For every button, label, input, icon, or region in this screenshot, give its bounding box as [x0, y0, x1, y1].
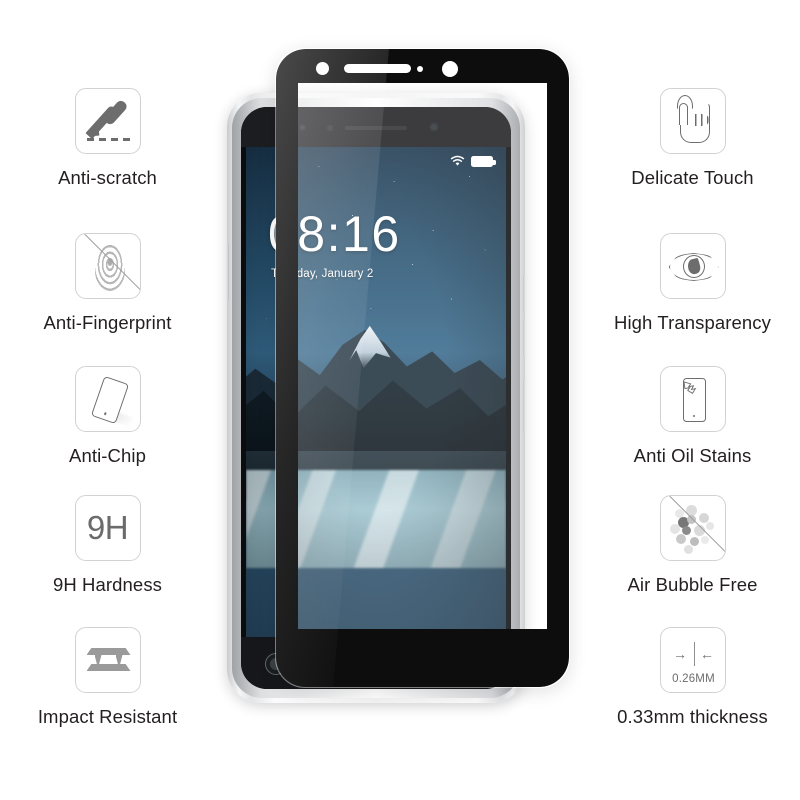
- feature-label: Anti-Fingerprint: [43, 312, 172, 333]
- device-illustration: 08:16 Tuesday, January 2: [215, 0, 585, 800]
- feature-label: Delicate Touch: [631, 167, 754, 188]
- bubbles-crossed-icon: [659, 495, 726, 561]
- bubble: [675, 534, 686, 544]
- bubble: [705, 522, 714, 530]
- feature-high-transparency: High Transparency: [585, 233, 800, 334]
- bubble: [669, 524, 680, 534]
- hand-tap-icon: [659, 88, 726, 154]
- glass-black-border: [276, 49, 569, 687]
- feature-label: Anti Oil Stains: [633, 445, 752, 466]
- fingerprint-crossed-icon: [74, 233, 141, 299]
- feature-label: Anti-scratch: [58, 167, 157, 188]
- thickness-value-text: 0.26MM: [672, 673, 715, 685]
- plate-connector-left: [94, 655, 102, 665]
- upper-plate-shape: [86, 648, 131, 655]
- bubble: [700, 536, 709, 544]
- phone-outline-shape: [682, 378, 706, 422]
- glass-edge-highlight: [546, 83, 547, 629]
- feature-label: High Transparency: [614, 312, 771, 333]
- feature-label: Air Bubble Free: [627, 574, 758, 595]
- arrow-left-icon: ←: [700, 646, 714, 662]
- feature-delicate-touch: Delicate Touch: [585, 88, 800, 189]
- feature-label: Impact Resistant: [37, 706, 178, 727]
- volume-rocker-left: [226, 243, 229, 301]
- bubble: [698, 513, 709, 523]
- tempered-glass-overlay: [275, 48, 570, 688]
- camera-cutout: [316, 62, 329, 75]
- earpiece-cutout: [344, 64, 411, 73]
- feature-column-right: Delicate Touch High Transparency Anti Oi…: [585, 0, 800, 800]
- bubble: [683, 545, 693, 554]
- sensor-cutout: [417, 66, 423, 72]
- feature-impact-resistant: Impact Resistant: [0, 627, 215, 728]
- caliper-arrows: → ←: [661, 646, 725, 662]
- feature-anti-oil-stains: Anti Oil Stains: [585, 366, 800, 467]
- feature-column-left: Anti-scratch Anti-Fingerprint Anti-Chip …: [0, 0, 215, 800]
- phone-stain-icon: [659, 366, 726, 432]
- feature-anti-fingerprint: Anti-Fingerprint: [0, 233, 215, 334]
- stacked-plates-icon: [74, 627, 141, 693]
- tilted-phone-icon: [74, 366, 141, 432]
- product-infographic: Anti-scratch Anti-Fingerprint Anti-Chip …: [0, 0, 800, 800]
- knife-tip-shape: [88, 128, 99, 137]
- oil-stain-shape: [682, 381, 696, 394]
- scratch-marks: [86, 138, 133, 141]
- feature-label: 9H Hardness: [52, 574, 163, 595]
- feature-thickness: → ← 0.26MM 0.33mm thickness: [585, 627, 800, 728]
- eye-icon: [659, 233, 726, 299]
- feature-anti-chip: Anti-Chip: [0, 366, 215, 467]
- front-camera-cutout: [442, 61, 458, 77]
- index-finger-shape: [678, 103, 688, 125]
- bubble: [689, 537, 699, 546]
- feature-anti-scratch: Anti-scratch: [0, 88, 215, 189]
- lower-plate-shape: [86, 664, 131, 671]
- thickness-caliper-icon: → ← 0.26MM: [659, 627, 726, 693]
- hardness-9h-icon: 9H: [74, 495, 141, 561]
- hardness-9h-text: 9H: [86, 509, 129, 546]
- feature-label: 0.33mm thickness: [617, 706, 768, 727]
- feature-label: Anti-Chip: [69, 445, 146, 466]
- plate-connector-right: [115, 655, 123, 665]
- arrow-right-icon: →: [673, 646, 687, 662]
- feature-9h-hardness: 9H 9H Hardness: [0, 495, 215, 596]
- feature-air-bubble-free: Air Bubble Free: [585, 495, 800, 596]
- hand-knuckle-lines: [690, 114, 709, 126]
- knife-scratch-icon: [74, 88, 141, 154]
